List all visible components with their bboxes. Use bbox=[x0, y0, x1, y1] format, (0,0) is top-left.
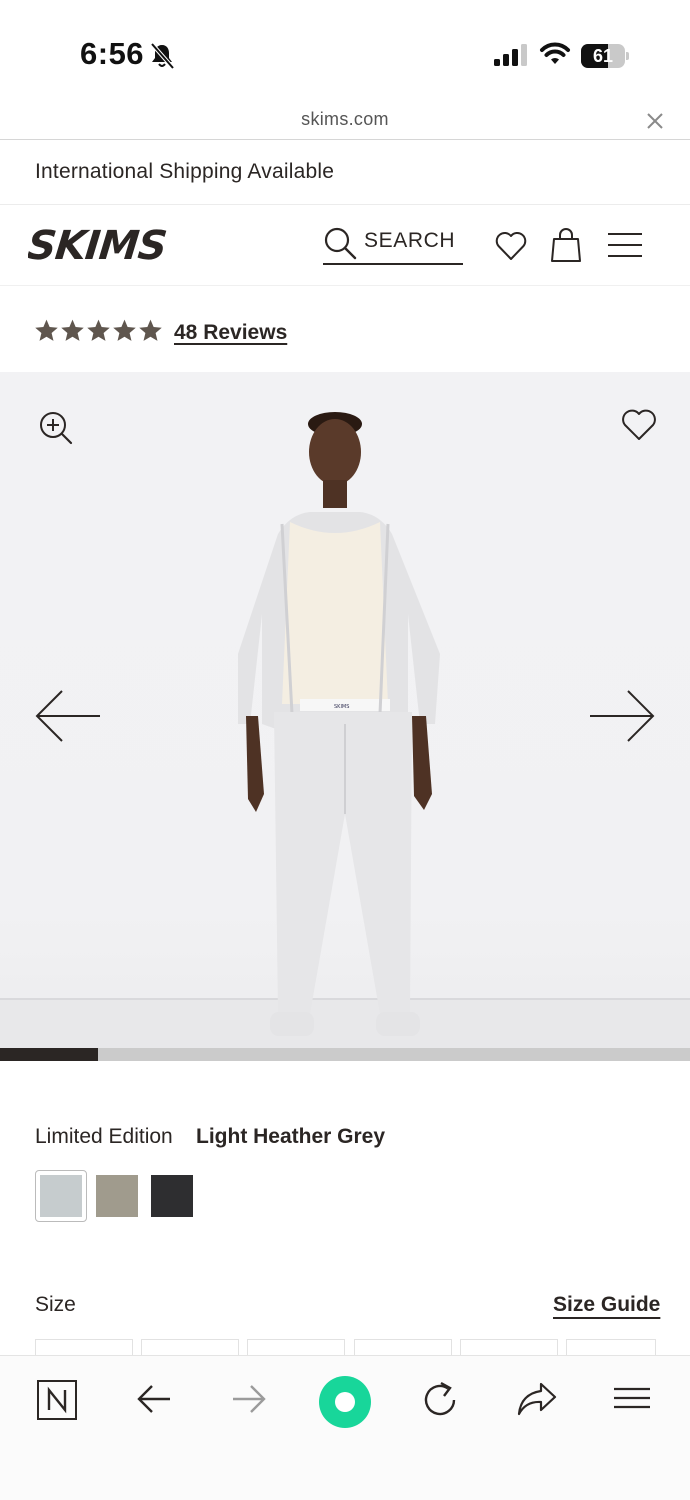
bell-slash-icon bbox=[150, 42, 175, 70]
logo-text: SKIMS bbox=[28, 223, 168, 265]
share-icon[interactable] bbox=[516, 1380, 558, 1418]
skims-logo[interactable]: SKIMS bbox=[28, 223, 196, 265]
svg-text:SKIMS: SKIMS bbox=[334, 704, 349, 710]
url-text: skims.com bbox=[301, 109, 389, 129]
menu-icon[interactable] bbox=[612, 1380, 652, 1416]
forward-arrow-icon[interactable] bbox=[230, 1380, 268, 1418]
wishlist-heart-icon[interactable] bbox=[495, 231, 527, 261]
swatch-taupe[interactable] bbox=[96, 1175, 138, 1217]
star-icon bbox=[35, 319, 58, 341]
close-icon[interactable] bbox=[645, 111, 665, 131]
reload-icon[interactable] bbox=[421, 1380, 461, 1420]
status-bar: 6:56 61 bbox=[0, 0, 690, 100]
browser-toolbar bbox=[0, 1355, 690, 1500]
cellular-signal-icon bbox=[494, 44, 527, 66]
size-guide-link[interactable]: Size Guide bbox=[553, 1293, 660, 1317]
battery-level: 61 bbox=[592, 46, 614, 66]
reviews-link[interactable]: 48 Reviews bbox=[174, 321, 287, 345]
star-rating bbox=[34, 318, 164, 344]
record-dot-icon[interactable] bbox=[318, 1375, 372, 1429]
search-label: SEARCH bbox=[364, 229, 456, 252]
search-icon bbox=[324, 227, 357, 260]
status-time: 6:56 bbox=[80, 36, 145, 71]
size-label: Size bbox=[35, 1293, 76, 1316]
star-icon bbox=[87, 319, 110, 341]
previous-image-arrow-icon[interactable] bbox=[34, 688, 102, 744]
promo-banner[interactable]: International Shipping Available bbox=[0, 141, 690, 205]
shopping-bag-icon[interactable] bbox=[550, 227, 582, 263]
star-icon bbox=[61, 319, 84, 341]
browser-url-bar[interactable]: skims.com bbox=[0, 100, 690, 140]
swatch-light-heather-grey[interactable] bbox=[40, 1175, 82, 1217]
site-header: SKIMS SEARCH bbox=[0, 205, 690, 286]
gallery-progress-fill bbox=[0, 1048, 98, 1061]
battery-indicator: 61 bbox=[581, 44, 629, 68]
selected-color-name: Light Heather Grey bbox=[196, 1125, 386, 1148]
hamburger-menu-icon[interactable] bbox=[607, 232, 643, 260]
promo-text: International Shipping Available bbox=[35, 160, 335, 183]
color-label: Limited Edition bbox=[35, 1125, 173, 1148]
zoom-in-icon[interactable] bbox=[38, 410, 74, 446]
swatch-black[interactable] bbox=[151, 1175, 193, 1217]
wifi-icon bbox=[540, 42, 570, 64]
favorite-heart-icon[interactable] bbox=[621, 408, 657, 442]
product-model-image[interactable]: SKIMS bbox=[230, 394, 460, 1039]
star-icon bbox=[113, 319, 136, 341]
product-image-gallery[interactable]: SKIMS bbox=[0, 372, 690, 1048]
notion-icon[interactable] bbox=[37, 1380, 77, 1420]
back-arrow-icon[interactable] bbox=[135, 1380, 173, 1418]
next-image-arrow-icon[interactable] bbox=[588, 688, 656, 744]
gallery-progress-bar bbox=[0, 1048, 690, 1061]
search-button[interactable]: SEARCH bbox=[323, 223, 463, 265]
star-icon bbox=[139, 319, 162, 341]
